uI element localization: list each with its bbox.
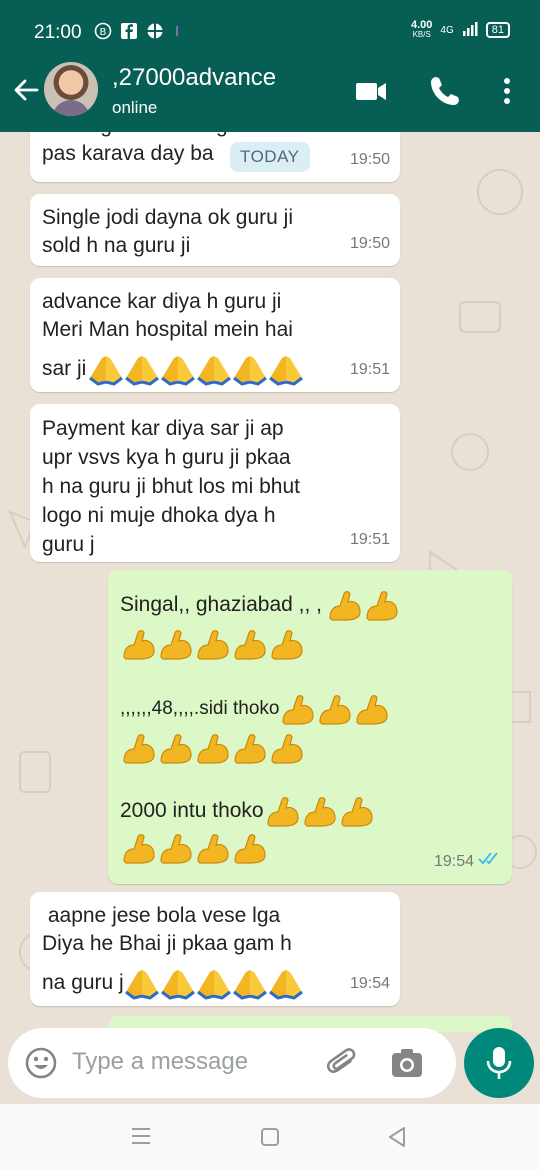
message-composer[interactable]: Type a message (8, 1028, 456, 1098)
folded-hands-emoji-row (124, 966, 304, 1000)
menu-icon[interactable] (130, 1126, 152, 1150)
message-line: na guru j (42, 971, 124, 994)
message-line: advance kar diya h guru ji (42, 290, 282, 313)
message-bubble-incoming[interactable]: aapne jese bola vese lga Diya he Bhai ji… (30, 892, 400, 1006)
message-time: 19:54 (349, 975, 390, 992)
status-time: 21:00 (34, 22, 82, 43)
message-line: sar ji (42, 357, 87, 380)
facebook-icon (120, 22, 138, 40)
flexed-biceps-emoji-row (120, 726, 500, 770)
mic-icon (484, 1045, 514, 1085)
message-line: aapne jese bola vese lga (42, 904, 281, 927)
phone-icon[interactable] (428, 74, 462, 108)
signal-icon (462, 21, 478, 40)
svg-text:B: B (100, 27, 107, 38)
emoji-icon[interactable] (24, 1046, 58, 1084)
message-line: ,,,,,,48,,,,.sidi thoko (120, 698, 280, 719)
message-time: 19:51 (349, 531, 390, 548)
message-line: Singal,, ghaziabad ,, , (120, 593, 322, 616)
dot-icon (172, 22, 182, 40)
message-line: Payment kar diya sar ji ap (42, 417, 284, 440)
message-time: 19:50 (349, 151, 390, 168)
flexed-biceps-emoji-row (326, 588, 400, 622)
system-nav-bar (0, 1104, 540, 1170)
message-line: h na guru ji bhut los mi bhut (42, 475, 300, 498)
message-input[interactable]: Type a message (72, 1048, 248, 1076)
contact-status: online (112, 98, 158, 117)
read-receipt-icon (478, 846, 504, 874)
camera-icon[interactable] (390, 1046, 424, 1084)
back-nav-icon[interactable] (386, 1125, 408, 1153)
message-bubble-incoming[interactable]: banut garib h bhai game pas karava day b… (30, 132, 400, 182)
avatar[interactable] (44, 62, 98, 116)
message-line: logo ni muje dhoka dya h (42, 504, 276, 527)
message-time: 19:54 (433, 853, 474, 870)
mic-button[interactable] (464, 1028, 534, 1098)
net-speed: 4.00 (410, 19, 433, 31)
status-bar: 21:00 B 4.00 KB/S 4G 81 (0, 0, 540, 48)
battery-indicator: 81 (485, 22, 510, 38)
message-line: banut garib h bhai game (42, 132, 388, 140)
message-line: upr vsvs kya h guru ji pkaa (42, 446, 291, 469)
message-bubble-incoming[interactable]: Payment kar diya sar ji ap upr vsvs kya … (30, 404, 400, 562)
flexed-biceps-emoji-row (120, 622, 500, 666)
status-right: 4.00 KB/S 4G 81 (411, 20, 510, 40)
message-line: sold h na guru ji (42, 234, 191, 257)
gallery-icon (146, 22, 164, 40)
message-line: pas karava day ba i (42, 142, 265, 165)
folded-hands-emoji-row (88, 352, 304, 386)
message-bubble-outgoing[interactable]: Singal,, ghaziabad ,, , ,,,,,,48,,,,.sid… (108, 570, 512, 884)
message-line: Diya he Bhai ji pkaa gam h (42, 932, 292, 955)
message-bubble-incoming[interactable]: advance kar diya h guru ji Meri Man hosp… (30, 278, 400, 392)
message-line: Meri Man hospital mein hai (42, 318, 293, 341)
chat-area[interactable]: banut garib h bhai game pas karava day b… (0, 132, 540, 1032)
message-time: 19:51 (349, 361, 390, 378)
date-divider: TODAY (230, 142, 310, 172)
chat-header: ,27000advance online (0, 48, 540, 132)
b-icon: B (94, 22, 112, 40)
network-type: 4G (440, 24, 454, 36)
message-line: Single jodi dayna ok guru ji (42, 206, 293, 229)
message-time: 19:50 (349, 235, 390, 252)
video-call-icon[interactable] (354, 74, 388, 108)
message-bubble-incoming[interactable]: Single jodi dayna ok guru ji sold h na g… (30, 194, 400, 266)
home-icon[interactable] (259, 1126, 281, 1152)
arrow-left-icon[interactable] (12, 76, 40, 104)
message-line: guru j (42, 533, 95, 556)
flexed-biceps-emoji-row (279, 692, 390, 726)
flexed-biceps-emoji-row (264, 794, 375, 828)
message-line: 2000 intu thoko (120, 799, 264, 822)
more-vert-icon[interactable] (490, 74, 524, 108)
net-unit: KB/S (412, 30, 431, 39)
contact-name[interactable]: ,27000advance (112, 64, 276, 92)
notification-icons: B (94, 22, 182, 40)
paperclip-icon[interactable] (326, 1046, 360, 1084)
